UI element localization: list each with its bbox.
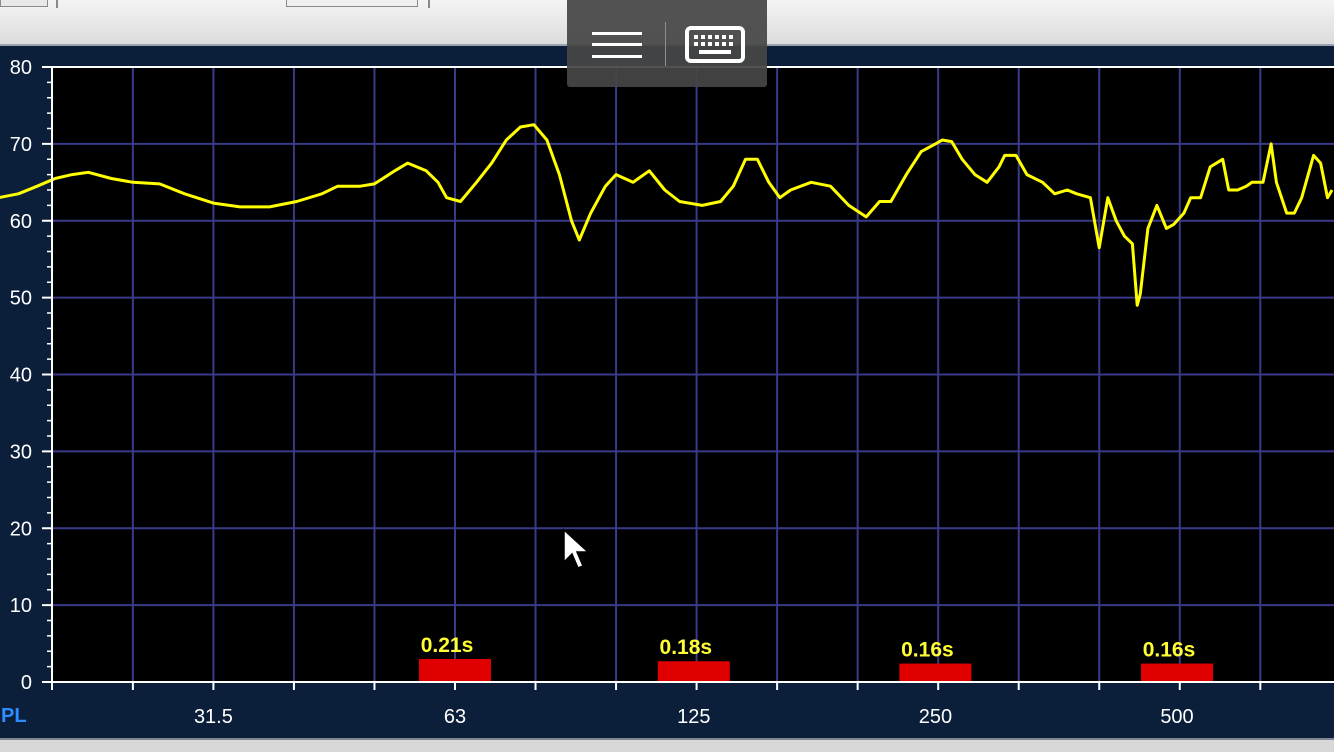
y-tick-label: 10 — [10, 595, 32, 617]
keyboard-icon[interactable] — [677, 16, 757, 72]
bar-label: 0.21s — [421, 634, 474, 657]
toolbar-divider — [665, 22, 666, 66]
x-tick-label: 31.5 — [194, 706, 233, 728]
y-tick-label: 40 — [10, 365, 32, 387]
y-tick-label: 30 — [10, 441, 32, 463]
bar-label: 0.16s — [1143, 639, 1196, 662]
x-tick-label: 125 — [677, 706, 710, 728]
y-tick-label: 80 — [10, 57, 32, 79]
y-tick-label: 70 — [10, 134, 32, 156]
x-tick-label: 500 — [1160, 706, 1193, 728]
y-tick-label: 0 — [21, 672, 32, 694]
x-tick-label: 63 — [444, 706, 466, 728]
bar-label: 0.16s — [901, 639, 954, 662]
x-tick-label: 250 — [919, 706, 952, 728]
series-label: PL — [1, 705, 27, 727]
hamburger-menu-icon[interactable] — [579, 16, 655, 72]
decay-bar — [1141, 663, 1213, 682]
y-tick-label: 20 — [10, 518, 32, 540]
remote-overlay-toolbar — [567, 0, 767, 87]
decay-bar — [419, 658, 491, 682]
bar-label: 0.18s — [660, 636, 713, 659]
y-tick-label: 60 — [10, 211, 32, 233]
decay-bar — [899, 663, 972, 682]
frequency-response-chart: 0.21s 0.18s 0.16s 0.16s 0 10 20 30 40 50 60 70 80 31… — [0, 57, 1334, 728]
y-tick-label: 50 — [10, 288, 32, 310]
decay-bar — [657, 661, 730, 682]
